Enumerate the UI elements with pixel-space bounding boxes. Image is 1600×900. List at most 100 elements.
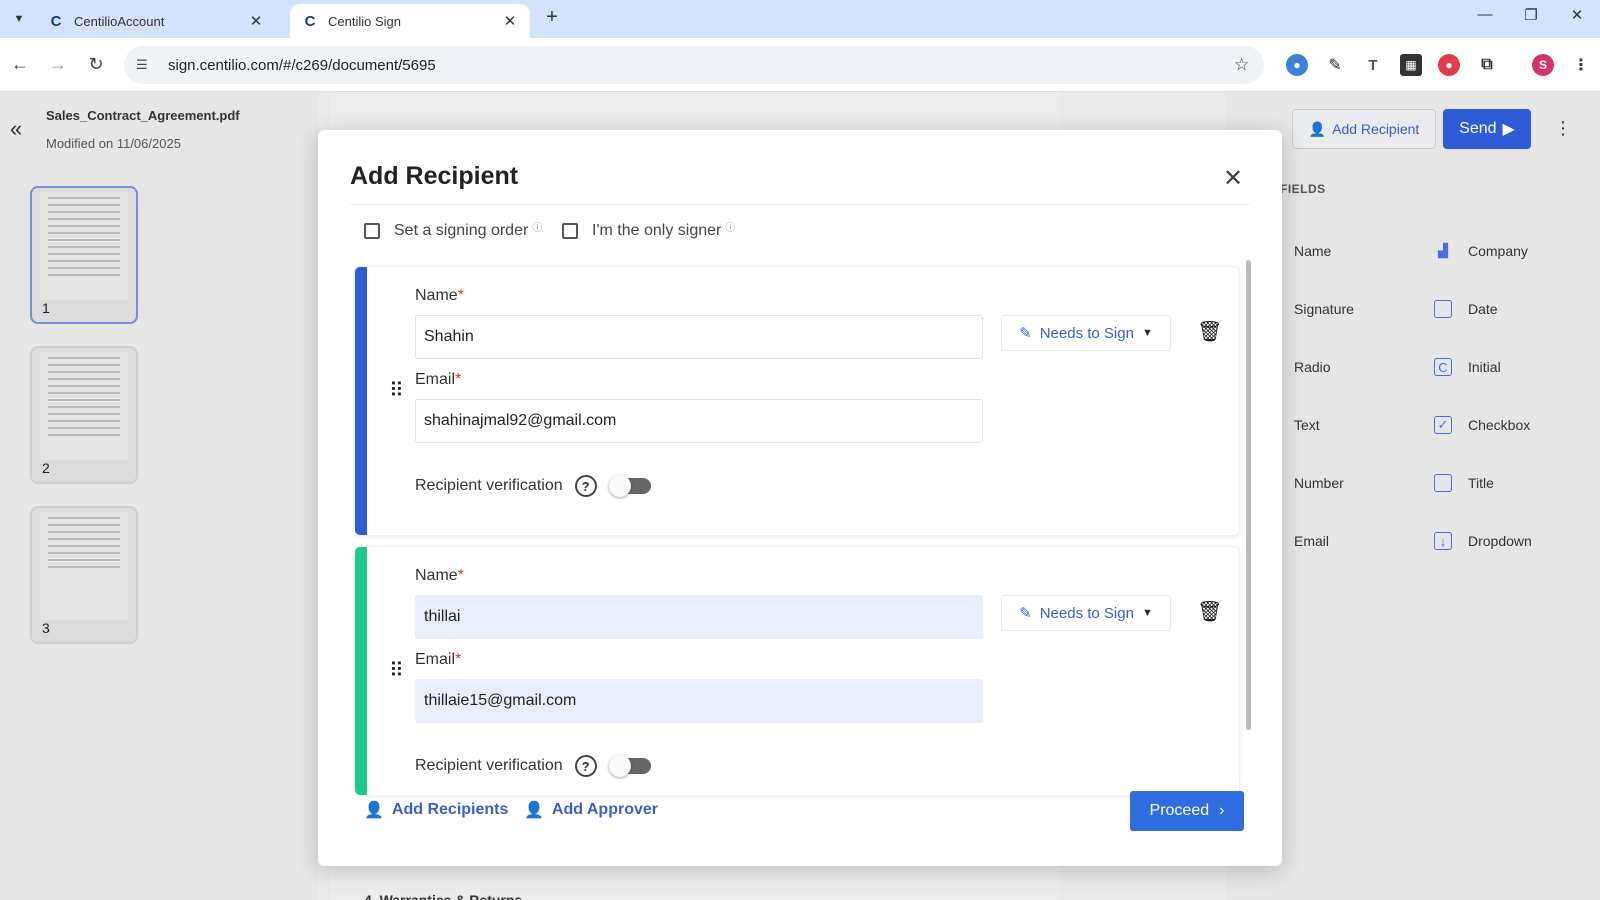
- field-initial[interactable]: C Initial: [1434, 358, 1501, 376]
- bookmark-star-icon[interactable]: ☆: [1234, 55, 1264, 75]
- page-thumbnail[interactable]: 3: [30, 506, 138, 644]
- field-checkbox[interactable]: ✓ Checkbox: [1434, 416, 1530, 434]
- add-recipient-button[interactable]: 👤 Add Recipient: [1292, 109, 1436, 149]
- drag-handle-icon[interactable]: ⠿: [389, 381, 404, 401]
- delete-recipient-icon[interactable]: 🗑: [1197, 599, 1222, 624]
- role-label: Needs to Sign: [1039, 324, 1134, 342]
- reload-icon[interactable]: ↻: [84, 52, 108, 76]
- user-check-icon: 👤: [524, 802, 544, 819]
- minimize-icon[interactable]: —: [1470, 6, 1500, 23]
- modal-scrollbar[interactable]: [1246, 260, 1251, 730]
- forward-arrow-icon[interactable]: →: [46, 52, 70, 76]
- field-label: Radio: [1294, 359, 1331, 375]
- add-recipient-modal: Add Recipient ✕ Set a signing order ⓘ I'…: [318, 130, 1282, 866]
- close-window-icon[interactable]: ✕: [1562, 6, 1592, 24]
- role-dropdown[interactable]: ✎ Needs to Sign ▼: [1001, 595, 1171, 631]
- proceed-button[interactable]: Proceed ›: [1130, 791, 1244, 831]
- role-label: Needs to Sign: [1039, 604, 1134, 622]
- delete-recipient-icon[interactable]: 🗑: [1197, 319, 1222, 344]
- document-section-heading: 4. Warranties & Returns: [364, 892, 523, 900]
- page-number: 2: [42, 460, 50, 476]
- browser-tab-bar: ▼ C CentilioAccount ✕ C Centilio Sign ✕ …: [0, 0, 1600, 38]
- chevron-down-icon: ▼: [1141, 327, 1153, 339]
- field-label: Signature: [1294, 301, 1354, 317]
- extension-globe-icon[interactable]: ●: [1286, 54, 1308, 76]
- signing-order-checkbox[interactable]: [364, 223, 380, 239]
- extension-grid-icon[interactable]: ▦: [1400, 54, 1422, 76]
- only-signer-label: I'm the only signer: [592, 222, 722, 239]
- extension-text-icon[interactable]: T: [1362, 54, 1384, 76]
- dropdown-icon: ↓: [1434, 532, 1452, 550]
- url-text[interactable]: sign.centilio.com/#/c269/document/5695: [168, 57, 1234, 74]
- extension-picker-icon[interactable]: ✎: [1324, 54, 1346, 76]
- browser-tab-centilio-sign[interactable]: C Centilio Sign ✕: [290, 4, 530, 38]
- briefcase-icon: [1434, 474, 1452, 492]
- field-title[interactable]: Title: [1434, 474, 1494, 492]
- page-thumbnail[interactable]: 2: [30, 346, 138, 484]
- help-icon[interactable]: ?: [574, 475, 597, 497]
- page-thumbnails-panel: « Sales_Contract_Agreement.pdf Modified …: [0, 92, 318, 900]
- verification-toggle[interactable]: [608, 755, 651, 777]
- browser-menu-icon[interactable]: ⋮: [1570, 54, 1592, 76]
- user-plus-icon: 👤: [364, 802, 384, 819]
- tab-search-dropdown-icon[interactable]: ▼: [8, 8, 30, 30]
- role-dropdown[interactable]: ✎ Needs to Sign ▼: [1001, 315, 1171, 351]
- field-dropdown[interactable]: ↓ Dropdown: [1434, 532, 1532, 550]
- extension-red-icon[interactable]: ●: [1438, 54, 1460, 76]
- recipient-name-input[interactable]: thillai: [415, 595, 983, 639]
- initial-icon: C: [1434, 358, 1452, 376]
- tab-close-icon[interactable]: ✕: [246, 12, 266, 30]
- proceed-label: Proceed: [1149, 802, 1210, 819]
- add-recipients-button[interactable]: 👤 Add Recipients: [364, 800, 508, 820]
- browser-tab-centilio-account[interactable]: C CentilioAccount ✕: [36, 4, 276, 38]
- chevron-right-icon: ›: [1219, 802, 1225, 819]
- close-icon[interactable]: ✕: [1218, 164, 1248, 193]
- page-number: 1: [42, 300, 50, 316]
- recipient-verification-row: Recipient verification ?: [415, 475, 651, 497]
- calendar-icon: [1434, 300, 1452, 318]
- field-date[interactable]: Date: [1434, 300, 1498, 318]
- recipient-color-bar: [355, 267, 367, 535]
- field-label: Dropdown: [1468, 533, 1532, 549]
- help-icon[interactable]: ?: [574, 755, 597, 777]
- only-signer-checkbox[interactable]: [562, 223, 578, 239]
- pen-icon: ✎: [1019, 325, 1032, 342]
- extensions-puzzle-icon[interactable]: ⧉: [1476, 54, 1498, 76]
- site-settings-icon[interactable]: ☰: [136, 57, 156, 73]
- only-signer-option[interactable]: I'm the only signer ⓘ: [562, 222, 735, 240]
- restore-window-icon[interactable]: ❐: [1516, 6, 1546, 24]
- add-approver-button[interactable]: 👤 Add Approver: [524, 800, 658, 820]
- page-number: 3: [42, 620, 50, 636]
- send-button[interactable]: Send ▶: [1443, 109, 1531, 149]
- recipient-email-input[interactable]: shahinajmal92@gmail.com: [415, 399, 983, 443]
- signing-order-option[interactable]: Set a signing order ⓘ: [364, 222, 542, 240]
- more-options-icon[interactable]: ⋮: [1554, 118, 1572, 139]
- new-tab-plus-icon[interactable]: +: [540, 6, 564, 29]
- name-label: Name*: [415, 567, 464, 584]
- page-thumbnail[interactable]: 1: [30, 186, 138, 324]
- collapse-panel-icon[interactable]: «: [10, 116, 22, 142]
- recipient-color-bar: [355, 547, 367, 795]
- field-label: Checkbox: [1468, 417, 1531, 433]
- url-omnibox[interactable]: ☰ sign.centilio.com/#/c269/document/5695…: [124, 46, 1264, 84]
- verification-toggle[interactable]: [608, 475, 651, 497]
- pen-icon: ✎: [1019, 605, 1032, 622]
- profile-avatar[interactable]: S: [1532, 54, 1554, 76]
- field-label: Company: [1468, 243, 1528, 259]
- back-arrow-icon[interactable]: ←: [8, 52, 32, 76]
- recipient-email-input[interactable]: thillaie15@gmail.com: [415, 679, 983, 723]
- email-label: Email*: [415, 371, 462, 388]
- tab-close-icon[interactable]: ✕: [500, 12, 520, 30]
- send-label: Send: [1459, 120, 1497, 137]
- centilio-favicon-icon: C: [50, 12, 62, 30]
- info-icon[interactable]: ⓘ: [725, 219, 735, 234]
- field-label: Date: [1468, 301, 1498, 317]
- drag-handle-icon[interactable]: ⠿: [389, 661, 404, 681]
- verification-label: Recipient verification: [415, 757, 563, 774]
- send-arrow-icon: ▶: [1502, 121, 1515, 138]
- field-company[interactable]: ▟ Company: [1434, 242, 1528, 260]
- recipient-card: ⠿ Name* thillai Email* thillaie15@gmail.…: [354, 546, 1240, 796]
- info-icon[interactable]: ⓘ: [532, 219, 542, 234]
- recipient-name-input[interactable]: Shahin: [415, 315, 983, 359]
- fields-title: FIELDS: [1280, 182, 1326, 196]
